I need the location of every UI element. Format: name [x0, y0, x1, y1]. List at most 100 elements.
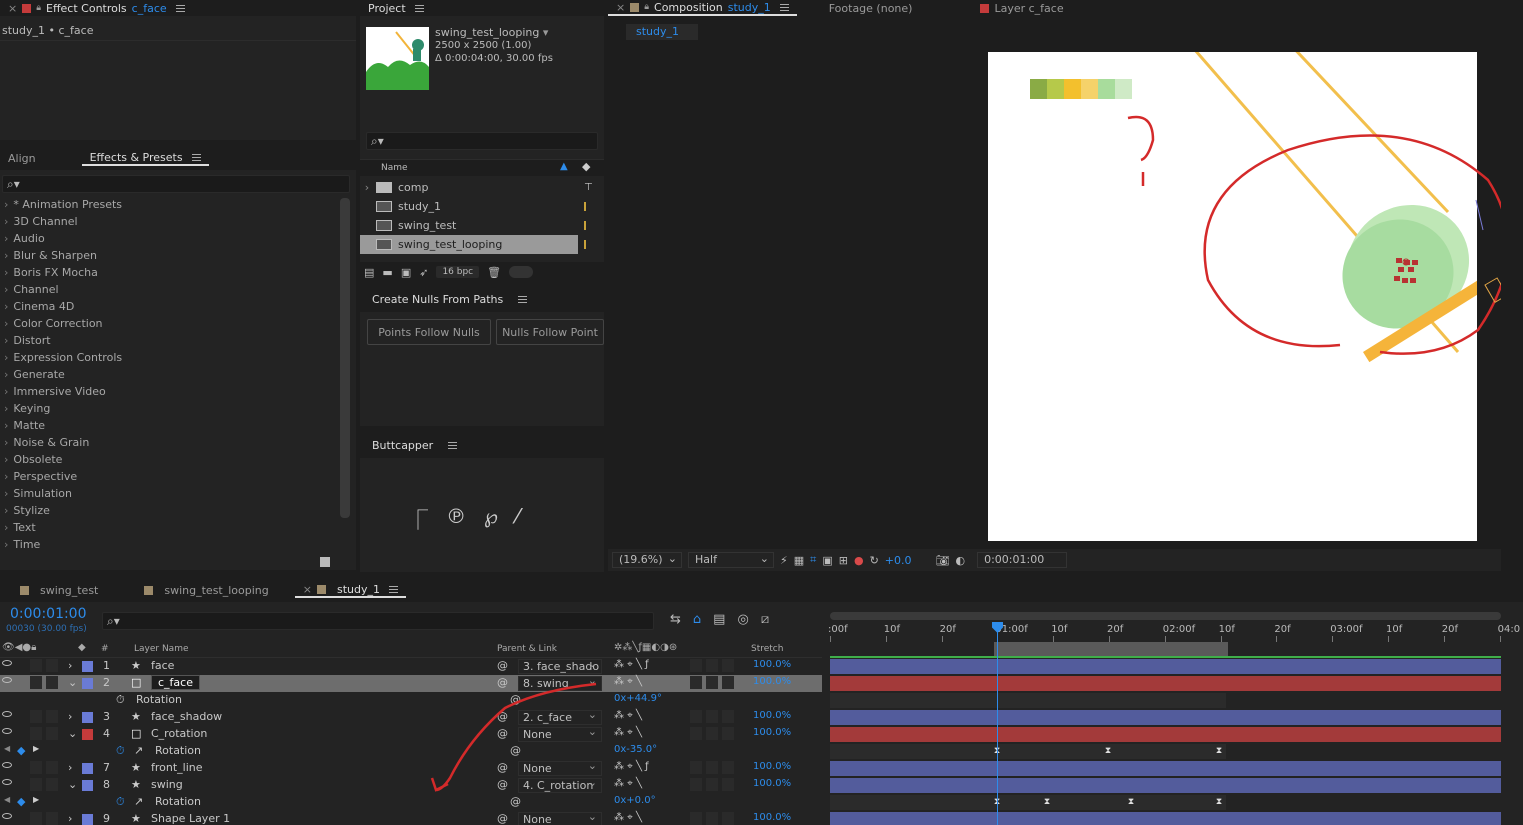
- switch-box[interactable]: [706, 778, 718, 791]
- work-area-bar[interactable]: [994, 642, 1228, 656]
- property-value[interactable]: 0x+0.0°: [614, 795, 656, 806]
- lock-icon[interactable]: 🔒︎: [36, 3, 41, 13]
- switch-box[interactable]: [690, 710, 702, 723]
- effect-category-item[interactable]: Distort: [0, 332, 338, 349]
- stretch-value[interactable]: 100.0%: [753, 778, 791, 789]
- interpret-footage-icon[interactable]: ▤: [364, 266, 374, 279]
- switch-box[interactable]: [690, 659, 702, 672]
- switch-box[interactable]: [722, 676, 734, 689]
- switch-box[interactable]: [706, 676, 718, 689]
- chevron-right-icon[interactable]: ›: [360, 181, 374, 194]
- keyframe-icon[interactable]: ⧗: [1043, 798, 1051, 807]
- effect-category-item[interactable]: Perspective: [0, 468, 338, 485]
- effect-category-item[interactable]: Channel: [0, 281, 338, 298]
- chevron-down-icon[interactable]: ▾: [543, 26, 549, 39]
- effect-category-item[interactable]: Noise & Grain: [0, 434, 338, 451]
- switch-box[interactable]: [722, 812, 734, 825]
- project-item[interactable]: swing_test_looping: [360, 235, 586, 254]
- switch-box[interactable]: [690, 761, 702, 774]
- fast-preview-icon[interactable]: ⚡: [780, 554, 788, 567]
- stretch-value[interactable]: 100.0%: [753, 812, 791, 823]
- new-bin-icon[interactable]: [320, 557, 330, 567]
- stretch-value[interactable]: 100.0%: [753, 659, 791, 670]
- points-follow-nulls-button[interactable]: Points Follow Nulls: [367, 319, 491, 345]
- color-channel-icon[interactable]: ●: [854, 554, 864, 567]
- layer-duration-bar[interactable]: [830, 710, 1501, 725]
- column-stretch-header[interactable]: Stretch: [751, 644, 783, 654]
- effect-category-item[interactable]: Cinema 4D: [0, 298, 338, 315]
- stretch-value[interactable]: 100.0%: [753, 761, 791, 772]
- effect-category-item[interactable]: Text: [0, 519, 338, 536]
- effect-category-item[interactable]: * Animation Presets: [0, 196, 338, 213]
- exposure-value[interactable]: +0.0: [885, 554, 912, 567]
- effect-category-item[interactable]: Generate: [0, 366, 338, 383]
- layer-duration-bar[interactable]: [830, 659, 1501, 674]
- layer-duration-bar[interactable]: [830, 727, 1501, 742]
- composition-mini-flowchart-icon[interactable]: ⇆: [670, 612, 681, 627]
- switch-box[interactable]: [722, 710, 734, 723]
- render-icon[interactable]: ➶: [419, 266, 428, 279]
- toggle-icon[interactable]: [509, 266, 534, 278]
- switch-box[interactable]: [690, 676, 702, 689]
- keyframe-icon[interactable]: ⧗: [1215, 798, 1223, 807]
- trash-icon[interactable]: 🗑︎: [487, 266, 501, 279]
- nulls-follow-points-button[interactable]: Nulls Follow Point: [496, 319, 604, 345]
- switch-box[interactable]: [706, 710, 718, 723]
- tab-project[interactable]: Project: [360, 0, 432, 16]
- frame-blending-icon[interactable]: ▤: [713, 612, 725, 627]
- switch-box[interactable]: [690, 812, 702, 825]
- panel-menu-icon[interactable]: [191, 153, 201, 161]
- switch-box[interactable]: [722, 727, 734, 740]
- effect-category-item[interactable]: Matte: [0, 417, 338, 434]
- keyframe-icon[interactable]: ⧗: [1215, 747, 1223, 756]
- guides-icon[interactable]: ⊞: [839, 554, 848, 567]
- butt-cap-icon[interactable]: ⎾: [408, 504, 428, 533]
- panel-menu-icon[interactable]: [448, 441, 458, 449]
- layer-duration-bar[interactable]: [830, 761, 1501, 776]
- column-name-header[interactable]: Name: [381, 163, 408, 173]
- switch-box[interactable]: [706, 812, 718, 825]
- layer-duration-bar[interactable]: [830, 778, 1501, 793]
- effect-category-item[interactable]: Boris FX Mocha: [0, 264, 338, 281]
- motion-blur-icon[interactable]: ◎: [737, 612, 748, 627]
- work-area-navigator[interactable]: [830, 612, 1501, 620]
- effect-category-item[interactable]: Immersive Video: [0, 383, 338, 400]
- project-search-input[interactable]: ⌕▾: [366, 132, 598, 150]
- switch-box[interactable]: [690, 727, 702, 740]
- effect-category-item[interactable]: 3D Channel: [0, 213, 338, 230]
- transparency-grid-icon[interactable]: ▦: [794, 554, 804, 567]
- effect-category-item[interactable]: Time: [0, 536, 338, 553]
- effect-category-item[interactable]: Color Correction: [0, 315, 338, 332]
- project-item[interactable]: › comp ⊤: [360, 178, 604, 197]
- switch-box[interactable]: [706, 727, 718, 740]
- time-ruler[interactable]: :00f 10f 20f 01:00f 10f 20f 02:00f 10f 20f 03:00f…: [828, 610, 1520, 658]
- effect-category-item[interactable]: Keying: [0, 400, 338, 417]
- close-icon[interactable]: ×: [8, 2, 17, 15]
- switch-box[interactable]: [690, 778, 702, 791]
- zoom-select[interactable]: (19.6%) ⌄: [612, 552, 682, 568]
- switch-box[interactable]: [706, 659, 718, 672]
- property-value[interactable]: 0x+44.9°: [614, 693, 662, 704]
- switch-box[interactable]: [722, 761, 734, 774]
- round-cap-icon[interactable]: ℗: [446, 504, 466, 533]
- shy-layers-icon[interactable]: ⌂: [693, 612, 701, 627]
- label-tag-icon[interactable]: ◆: [582, 160, 590, 173]
- new-composition-icon[interactable]: ▣: [401, 266, 411, 279]
- region-icon[interactable]: ▣: [822, 554, 832, 567]
- tab-effects-presets[interactable]: Effects & Presets: [81, 150, 209, 166]
- layer-duration-bar[interactable]: [830, 812, 1501, 825]
- new-folder-icon[interactable]: ▬: [382, 266, 392, 279]
- keyframe-icon[interactable]: ⧗: [1104, 747, 1112, 756]
- stretch-value[interactable]: 100.0%: [753, 676, 791, 687]
- pen-cap-icon[interactable]: ⁄: [516, 504, 519, 533]
- panel-menu-icon[interactable]: [518, 295, 528, 303]
- show-snapshot-icon[interactable]: ◐: [955, 554, 965, 567]
- keyframe-icon[interactable]: ⧗: [1127, 798, 1135, 807]
- effects-search-input[interactable]: ⌕▾: [2, 175, 350, 193]
- tab-effect-controls[interactable]: × 🔒︎ Effect Controls c_face: [0, 0, 193, 16]
- stretch-value[interactable]: 100.0%: [753, 710, 791, 721]
- effect-category-item[interactable]: Expression Controls: [0, 349, 338, 366]
- playhead[interactable]: [997, 622, 998, 825]
- graph-editor-icon[interactable]: ⧄: [761, 612, 769, 627]
- tab-align[interactable]: Align: [0, 150, 44, 166]
